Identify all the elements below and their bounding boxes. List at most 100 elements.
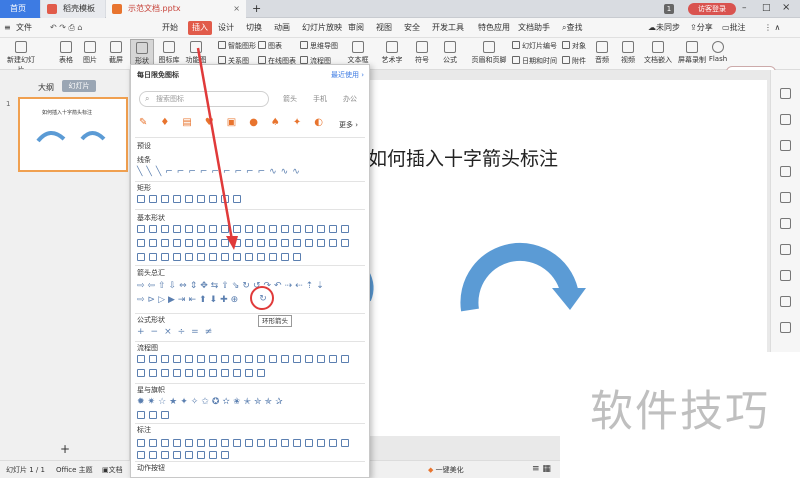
tag-arrow[interactable]: 箭头: [283, 94, 297, 104]
close-icon[interactable]: ×: [782, 2, 790, 13]
menu-devtools[interactable]: 开发工具: [432, 21, 464, 35]
icon-search-input[interactable]: 搜索图标: [139, 91, 269, 107]
animation-icon[interactable]: [780, 140, 791, 151]
menu-animation[interactable]: 动画: [274, 21, 290, 35]
login-button[interactable]: 访客登录: [688, 3, 736, 15]
tab-home[interactable]: 首页: [0, 0, 40, 18]
basic-shapes-row-1[interactable]: [137, 225, 353, 235]
icon-row[interactable]: ✎♦▤♥▣●♠✦◐: [139, 117, 336, 128]
maximize-icon[interactable]: □: [762, 3, 771, 13]
undo-icon[interactable]: ↶ ↷ ⎙ ⌂: [50, 21, 83, 35]
tag-office[interactable]: 办公: [343, 94, 357, 104]
new-slide-icon: [15, 41, 27, 53]
menu-special[interactable]: 特色应用: [478, 21, 510, 35]
wordart-button[interactable]: 艺术字: [380, 41, 404, 65]
more-icons-link[interactable]: 更多 ›: [339, 120, 358, 130]
mindmap-button[interactable]: 思维导图: [300, 41, 338, 51]
more-icon[interactable]: ⋮ ∧: [764, 21, 780, 35]
flowchart-row-2[interactable]: [137, 369, 269, 379]
symbol-button[interactable]: 符号: [412, 41, 432, 65]
rectangle-shapes[interactable]: [137, 195, 245, 205]
screenshot-button[interactable]: 截屏: [106, 41, 126, 65]
select-icon[interactable]: [780, 88, 791, 99]
tab-outline[interactable]: 大纲: [38, 82, 54, 93]
beautify-button[interactable]: ◆ 一键美化: [428, 465, 464, 475]
chart-button[interactable]: 图表: [258, 41, 282, 51]
share-side-icon[interactable]: [780, 322, 791, 333]
hamburger-icon[interactable]: ≡: [4, 21, 11, 35]
slide-title[interactable]: 如何插入十字箭头标注: [368, 144, 558, 171]
icon-library-button[interactable]: 图标库: [158, 41, 180, 65]
datetime-button[interactable]: 日期和时间: [512, 56, 557, 66]
menu-file[interactable]: 文件: [16, 21, 32, 35]
menu-review[interactable]: 审阅: [348, 21, 364, 35]
template-icon: [47, 4, 57, 14]
audio-icon: [596, 41, 608, 53]
format-icon[interactable]: [780, 114, 791, 125]
annotate-button[interactable]: ▭批注: [722, 21, 746, 35]
share-icon: ⇪: [690, 23, 697, 32]
view-buttons[interactable]: ≡ ▦: [532, 464, 551, 474]
tab-template[interactable]: 稻壳模板: [41, 0, 105, 18]
shapes-icon: [136, 42, 148, 54]
doc-embed-button[interactable]: 文档嵌入: [642, 41, 674, 65]
flash-button[interactable]: Flash: [708, 41, 728, 63]
menu-start[interactable]: 开始: [162, 21, 178, 35]
new-tab-button[interactable]: +: [252, 2, 261, 16]
function-graph-button[interactable]: 功能图: [184, 41, 208, 65]
layout-icon[interactable]: [780, 218, 791, 229]
flowchart-row-1[interactable]: [137, 355, 353, 365]
smart-graphic-button[interactable]: 智能图形: [218, 41, 256, 51]
recent-link[interactable]: 最近使用 ›: [331, 70, 364, 80]
tag-phone[interactable]: 手机: [313, 94, 327, 104]
design-icon[interactable]: [780, 192, 791, 203]
attachment-button[interactable]: 附件: [562, 56, 586, 66]
formula-button[interactable]: 公式: [440, 41, 460, 65]
slide-number-button[interactable]: 幻灯片编号: [512, 41, 557, 51]
lines-shapes[interactable]: ╲╲╲⌐⌐⌐⌐⌐⌐⌐⌐⌐∿∿∿: [137, 167, 304, 177]
menu-design[interactable]: 设计: [218, 21, 234, 35]
menu-doc-assistant[interactable]: 文档助手: [518, 21, 550, 35]
menu-slideshow[interactable]: 幻灯片放映: [302, 21, 342, 35]
textbox-button[interactable]: 文本框: [346, 41, 370, 65]
unsync-button[interactable]: ☁未同步: [648, 21, 680, 35]
tab-slides[interactable]: 幻灯片: [62, 80, 96, 92]
video-button[interactable]: 视频: [618, 41, 638, 65]
menu-insert[interactable]: 插入: [188, 21, 212, 35]
share-button[interactable]: ⇪分享: [690, 21, 713, 35]
arrow-shapes-row-2[interactable]: ⇨⊳▷▶⇥⇤⬆⬇✚⊕: [137, 295, 241, 305]
doc-status: ▣文档: [102, 466, 123, 474]
minimize-icon[interactable]: –: [742, 3, 747, 13]
help-icon[interactable]: [780, 244, 791, 255]
comment-icon: ▭: [722, 23, 730, 32]
header-footer-button[interactable]: 页眉和页脚: [470, 41, 508, 65]
audio-button[interactable]: 音频: [592, 41, 612, 65]
settings-icon[interactable]: [780, 270, 791, 281]
align-icon[interactable]: [780, 166, 791, 177]
section-rectangles: 矩形: [137, 184, 151, 192]
formula-shapes[interactable]: +−×÷=≠: [137, 327, 218, 337]
close-tab-icon[interactable]: ×: [233, 0, 240, 18]
stars-row-1[interactable]: ✹✷☆★✦✧✩✪✫✬✭✮✯✰: [137, 397, 286, 407]
circular-arrow-shape[interactable]: [450, 230, 590, 360]
table-button[interactable]: 表格: [56, 41, 76, 65]
tab-document[interactable]: 示范文档.pptx ×: [106, 0, 246, 18]
callouts-row-2[interactable]: [137, 451, 233, 461]
slide-thumbnail[interactable]: 如何插入十字箭头标注: [18, 97, 128, 172]
object-button[interactable]: 对象: [562, 41, 586, 51]
menu-transition[interactable]: 切换: [246, 21, 262, 35]
callouts-row-1[interactable]: [137, 439, 353, 449]
screen-record-button[interactable]: 屏幕录制: [676, 41, 708, 65]
add-slide-button[interactable]: +: [60, 442, 70, 456]
stars-row-2[interactable]: [137, 411, 173, 421]
menu-search[interactable]: ⌕查找: [562, 21, 582, 35]
circular-arrow-option[interactable]: ↻: [256, 292, 270, 306]
backup-icon[interactable]: [780, 296, 791, 307]
basic-shapes-row-2[interactable]: [137, 239, 353, 249]
menu-view[interactable]: 视图: [376, 21, 392, 35]
menu-security[interactable]: 安全: [404, 21, 420, 35]
mindmap-icon: [300, 41, 308, 49]
arrow-shapes-row-1[interactable]: ⇨⇦⇧⇩⇔⇕✥⇆⇪⇘↻↺↷↶⇢⇠⇡⇣: [137, 281, 327, 291]
image-button[interactable]: 图片: [80, 41, 100, 65]
basic-shapes-row-3[interactable]: [137, 253, 305, 263]
